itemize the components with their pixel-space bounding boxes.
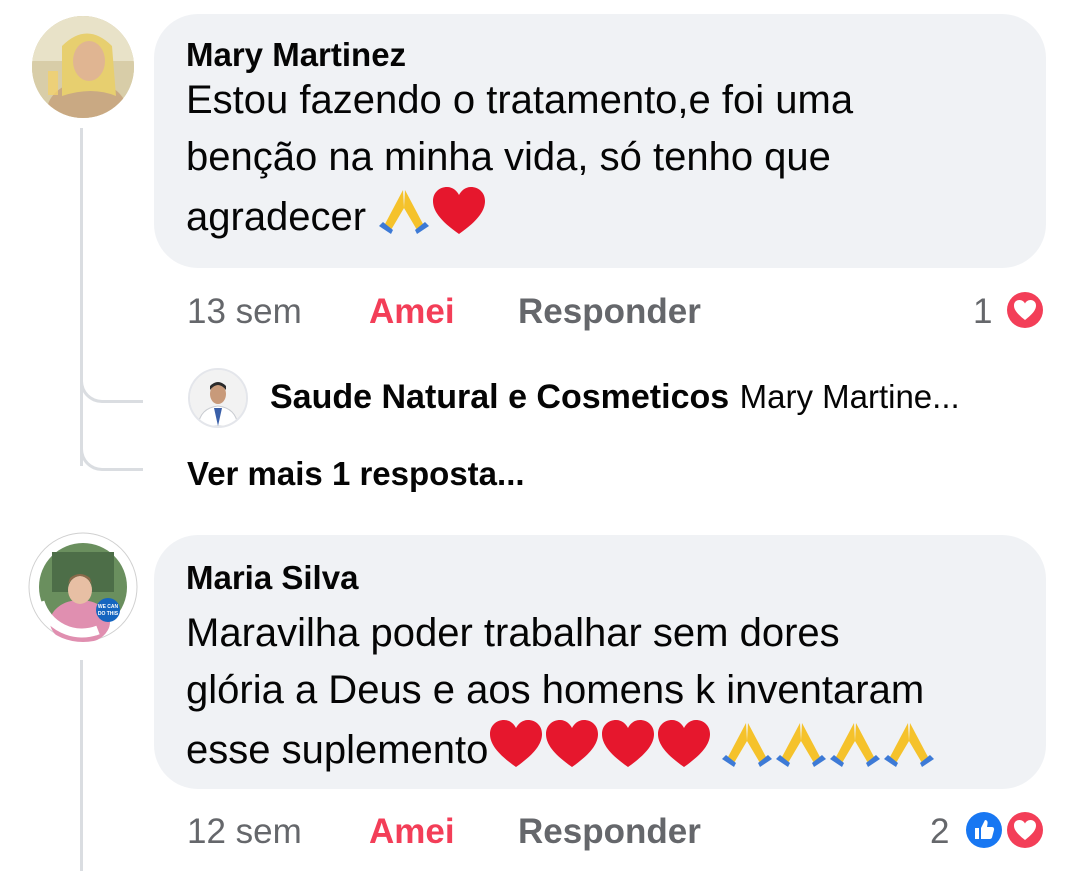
reply-author[interactable]: Saude Natural e Cosmeticos [270, 378, 729, 416]
comment-text: Estou fazendo o tratamento,e foi uma ben… [186, 72, 1036, 246]
comment-timestamp[interactable]: 12 sem [187, 812, 302, 852]
svg-text:DO THIS: DO THIS [98, 611, 119, 617]
thread-line [80, 128, 83, 466]
comment-text-line: Maravilha poder trabalhar sem dores [186, 611, 840, 655]
pray-emoji-icon [720, 723, 774, 772]
comment-author[interactable]: Mary Martinez [186, 36, 406, 74]
comment-text-line: glória a Deus e aos homens k inventaram [186, 668, 925, 712]
heart-emoji-icon [544, 720, 600, 772]
avatar[interactable]: WE CAN DO THIS [28, 532, 138, 642]
pray-emoji-icon [828, 723, 882, 772]
comment-text: Maravilha poder trabalhar sem dores glór… [186, 605, 1044, 779]
reply-button[interactable]: Responder [518, 812, 701, 852]
thread-branch [80, 360, 143, 403]
reaction-button[interactable]: Amei [369, 812, 455, 852]
view-more-replies-link[interactable]: Ver mais 1 resposta... [187, 455, 525, 493]
love-reaction-icon[interactable] [1003, 288, 1047, 332]
heart-emoji-icon [656, 720, 712, 772]
reaction-button[interactable]: Amei [369, 292, 455, 332]
comment-text-line: agradecer [186, 186, 1036, 246]
comment-bubble: Mary Martinez Estou fazendo o tratamento… [154, 14, 1046, 268]
svg-text:WE CAN: WE CAN [98, 604, 119, 610]
reaction-count[interactable]: 2 [930, 812, 949, 852]
heart-emoji-icon [431, 187, 487, 239]
avatar[interactable] [32, 16, 134, 118]
comment-timestamp[interactable]: 13 sem [187, 292, 302, 332]
love-reaction-icon[interactable] [1003, 808, 1047, 852]
comment-author[interactable]: Maria Silva [186, 559, 358, 597]
like-reaction-icon[interactable] [962, 808, 1006, 852]
comment-text-line: benção na minha vida, só tenho que [186, 135, 831, 179]
avatar[interactable] [188, 368, 248, 428]
reply-preview[interactable]: Saude Natural e Cosmeticos Mary Martine.… [270, 378, 960, 417]
comment-text-line: esse suplemento [186, 719, 1044, 779]
pray-emoji-icon [377, 190, 431, 239]
reaction-count[interactable]: 1 [973, 292, 992, 332]
heart-emoji-icon [600, 720, 656, 772]
reply-snippet: Mary Martine... [739, 378, 960, 415]
comment-bubble: Maria Silva Maravilha poder trabalhar se… [154, 535, 1046, 789]
thread-line [80, 660, 83, 871]
comment-text-line: Estou fazendo o tratamento,e foi uma [186, 78, 854, 122]
pray-emoji-icon [882, 723, 936, 772]
heart-emoji-icon [488, 720, 544, 772]
thread-branch [80, 430, 143, 471]
reply-button[interactable]: Responder [518, 292, 701, 332]
pray-emoji-icon [774, 723, 828, 772]
